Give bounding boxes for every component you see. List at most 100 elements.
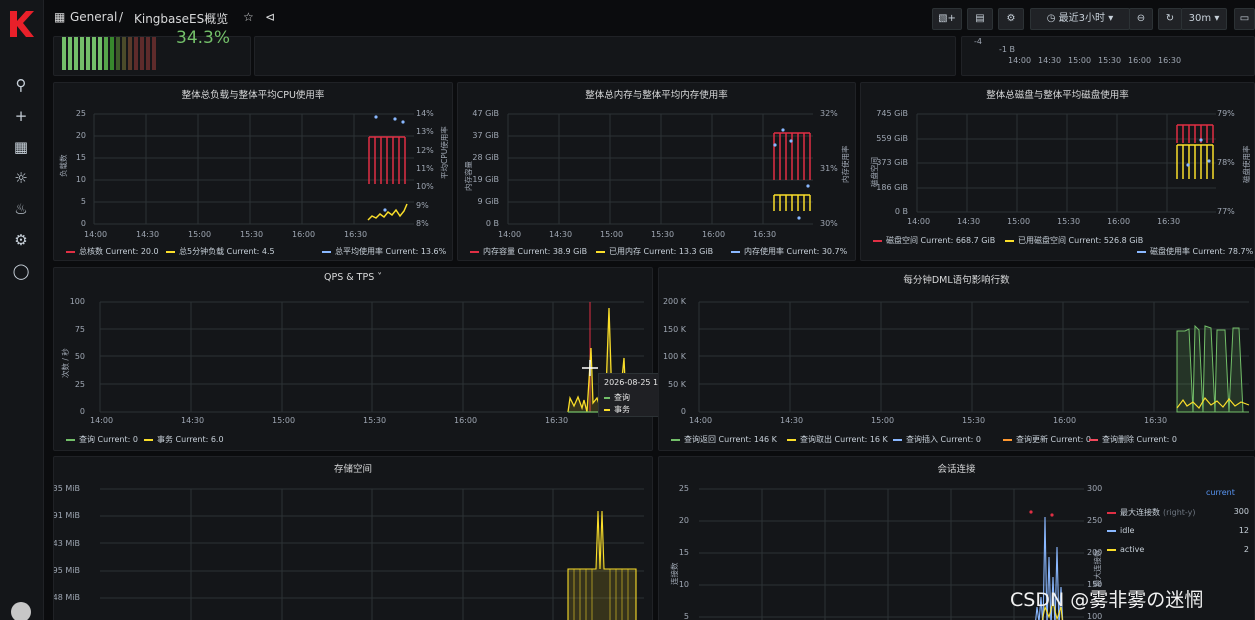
axis-tick-label: 15:00 <box>1007 217 1031 226</box>
y-axis-left-title: 磁盘空间 <box>870 157 879 187</box>
y-axis-title: 次数 / 秒 <box>61 348 70 378</box>
memory-panel[interactable]: 整体总内存与整体平均内存使用率 47 GiB 37 GiB 28 GiB 19 GiB… <box>457 82 856 261</box>
dashboard-title[interactable]: KingbaseES概览 <box>134 10 228 27</box>
shield-icon[interactable]: ◯ <box>12 262 30 280</box>
legend-item[interactable]: 总核数 Current: 20.0 <box>66 246 159 257</box>
axis-tick-label: 5 <box>80 197 86 206</box>
dml-returned-series <box>1176 324 1249 413</box>
axis-tick-label: 28 GiB <box>472 153 499 162</box>
user-avatar[interactable] <box>11 602 31 620</box>
settings-gear-icon[interactable]: ⚙ <box>12 231 30 249</box>
legend-label: 总平均使用率 Current: 13.6% <box>335 247 447 256</box>
legend-item[interactable]: 总平均使用率 Current: 13.6% <box>322 246 446 257</box>
legend-item[interactable]: 事务 Current: 6.0 <box>144 434 224 445</box>
axis-tick-label: 14% <box>416 109 434 118</box>
share-icon[interactable]: ⊲ <box>265 10 275 24</box>
axis-tick-label: 14:30 <box>136 230 160 239</box>
legend-swatch <box>470 250 479 253</box>
axis-tick-label: 32% <box>820 109 838 118</box>
axis-tick-label: 0 <box>680 407 686 416</box>
refresh-interval-picker[interactable]: 30m ▾ <box>1181 8 1227 30</box>
legend-label: 磁盘使用率 Current: 78.7% <box>1150 247 1254 256</box>
cpu-total-cores-series <box>368 136 406 184</box>
storage-panel[interactable]: 存储空间 235 MiB191 MiB143 MiB95 MiB48 MiB <box>53 456 653 620</box>
axis-tick-label: 14:00 <box>689 416 713 425</box>
chevron-down-icon: ▾ <box>1214 13 1220 24</box>
zoom-out-icon[interactable]: ⊖ <box>1129 8 1153 30</box>
alerting-bell-icon[interactable]: ♨ <box>12 200 30 218</box>
legend-swatch <box>787 438 796 441</box>
disk-panel[interactable]: 整体总磁盘与整体平均磁盘使用率 745 GiB 559 GiB 373 GiB 186… <box>860 82 1255 261</box>
legend-label: 总5分钟负载 Current: 4.5 <box>179 247 275 256</box>
save-dashboard-icon[interactable]: ▤ <box>967 8 993 30</box>
axis-tick-label: 16:00 <box>702 230 726 239</box>
refresh-icon[interactable]: ↻ <box>1158 8 1182 30</box>
legend-item[interactable]: 查询删除 Current: 0 <box>1089 434 1177 445</box>
search-icon[interactable]: ⚲ <box>12 76 30 94</box>
add-icon[interactable]: + <box>12 107 30 125</box>
time-range-picker[interactable]: ◷ 最近3小时 ▾ <box>1030 8 1130 30</box>
y-axis-left-title: 负载数 <box>59 154 68 178</box>
axis-tick-label: 47 GiB <box>472 109 499 118</box>
legend-item[interactable]: 查询取出 Current: 16 K <box>787 434 888 445</box>
legend-item[interactable]: 已用磁盘空间 Current: 526.8 GiB <box>1005 235 1143 246</box>
breadcrumb-folder[interactable]: General <box>70 10 117 24</box>
storage-series <box>567 510 637 620</box>
axis-tick-label: 16:30 <box>344 230 368 239</box>
legend-table-row[interactable]: active 2 <box>1107 545 1249 554</box>
legend-item[interactable]: 磁盘空间 Current: 668.7 GiB <box>873 235 995 246</box>
legend-item[interactable]: 已用内存 Current: 13.3 GiB <box>596 246 713 257</box>
axis-tick-label: 50 <box>74 352 85 361</box>
axis-label-left-partial: -4 <box>974 37 982 46</box>
legend-item[interactable]: 查询返回 Current: 146 K <box>671 434 777 445</box>
memory-used-series <box>773 194 811 211</box>
legend-table-row[interactable]: 最大连接数 (right-y) 300 <box>1107 507 1249 518</box>
refresh-interval-label: 30m <box>1188 13 1212 24</box>
legend-swatch <box>1107 511 1116 514</box>
dml-rows-panel[interactable]: 每分钟DML语句影响行数 200 K 150 K 100 K 50 K0 14:00 1… <box>658 267 1255 451</box>
legend-label: 已用内存 Current: 13.3 GiB <box>609 247 714 256</box>
axis-tick-label: 15:30 <box>1098 56 1122 65</box>
star-icon[interactable]: ☆ <box>243 10 254 24</box>
legend-swatch <box>1005 239 1014 242</box>
legend-label: 已用磁盘空间 Current: 526.8 GiB <box>1018 236 1144 245</box>
explore-compass-icon[interactable]: ☼ <box>12 169 30 187</box>
legend-table-header-current[interactable]: current <box>1206 488 1235 497</box>
legend-item[interactable]: 查询 Current: 0 <box>66 434 138 445</box>
y-axis-right-title: 最大连接数 <box>1093 549 1102 588</box>
legend-item[interactable]: 内存容量 Current: 38.9 GiB <box>470 246 587 257</box>
legend-item[interactable]: 查询更新 Current: 0 <box>1003 434 1091 445</box>
legend-table-row[interactable]: idle 12 <box>1107 526 1249 535</box>
y-axis-right-title: 平均CPU使用率 <box>440 126 449 179</box>
axis-tick-label: 10% <box>416 182 434 192</box>
legend-swatch <box>604 396 610 399</box>
legend-swatch <box>1107 548 1116 551</box>
tv-mode-icon[interactable]: ▭ <box>1234 8 1255 30</box>
add-panel-button[interactable]: ▧+ <box>932 8 962 30</box>
axis-tick-label: 10 <box>678 580 689 589</box>
qps-tps-panel[interactable]: QPS & TPS ˅ 100 75 50 25 0 14:00 14:30 15:00 15… <box>53 267 653 451</box>
axis-tick-label: 14:00 <box>84 230 108 239</box>
dashboard-settings-icon[interactable]: ⚙ <box>998 8 1024 30</box>
legend-item[interactable]: 查询插入 Current: 0 <box>893 434 981 445</box>
legend-item[interactable]: 磁盘使用率 Current: 78.7% <box>1137 246 1253 257</box>
dashboards-icon[interactable]: ▦ <box>12 138 30 156</box>
legend-item[interactable]: 内存使用率 Current: 30.7% <box>731 246 847 257</box>
axis-tick-label: 50 K <box>668 379 686 389</box>
axis-tick-label: 15:30 <box>1057 217 1081 226</box>
legend-swatch <box>1137 250 1146 253</box>
axis-tick-label: 11% <box>416 164 434 173</box>
axis-tick-label: 15:30 <box>651 230 675 239</box>
top-right-panel[interactable]: -4 -1 B 14:00 14:30 15:00 15:30 16:00 16:30 <box>961 36 1255 76</box>
top-middle-panel[interactable] <box>254 36 956 76</box>
disk-used-series <box>1176 144 1214 179</box>
storage-chart <box>100 488 644 620</box>
legend-item[interactable]: 总5分钟负载 Current: 4.5 <box>166 246 275 257</box>
y-axis-tick: -1 B <box>999 45 1016 54</box>
axis-tick-label: 25 <box>74 379 85 389</box>
grafana-logo-icon[interactable] <box>6 8 38 40</box>
axis-tick-label: 9 GiB <box>477 197 499 206</box>
legend-swatch <box>1089 438 1098 441</box>
axis-tick-label: 15:30 <box>962 416 986 425</box>
cpu-load-panel[interactable]: 整体总负载与整体平均CPU使用率 25 20 15 10 5 0 14% 13% 12% 11%… <box>53 82 453 261</box>
